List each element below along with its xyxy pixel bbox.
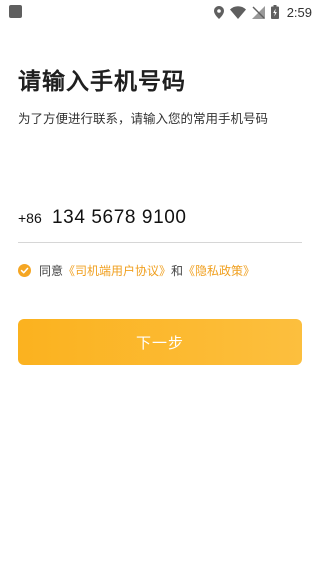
country-code[interactable]: +86 (18, 210, 52, 226)
status-time: 2:59 (286, 4, 312, 20)
location-icon (213, 5, 224, 19)
status-bar: 2:59 (0, 0, 320, 24)
next-step-label: 下一步 (135, 333, 184, 352)
agreement-checkbox[interactable] (18, 263, 31, 277)
battery-charging-icon (270, 5, 279, 19)
agreement-row: 同意 《司机端用户协议》 和 《隐私政策》 (18, 261, 255, 279)
wifi-icon (229, 5, 246, 19)
privacy-policy-link[interactable]: 《隐私政策》 (183, 262, 255, 279)
phone-input-row[interactable]: +86 134 5678 9100 (18, 200, 302, 236)
agreement-and: 和 (171, 263, 184, 278)
phone-input[interactable]: 134 5678 9100 (52, 207, 187, 229)
page-title: 请输入手机号码 (18, 69, 186, 95)
notification-icon (9, 5, 22, 18)
agreement-prefix: 同意 (39, 263, 64, 278)
no-signal-icon (251, 5, 265, 19)
status-icons: 2:59 (213, 3, 312, 21)
check-icon (20, 267, 29, 273)
page-subtitle: 为了方便进行联系，请输入您的常用手机号码 (18, 111, 269, 126)
next-step-button[interactable]: 下一步 (18, 319, 302, 365)
driver-agreement-link[interactable]: 《司机端用户协议》 (63, 262, 171, 279)
phone-input-underline (18, 242, 302, 243)
